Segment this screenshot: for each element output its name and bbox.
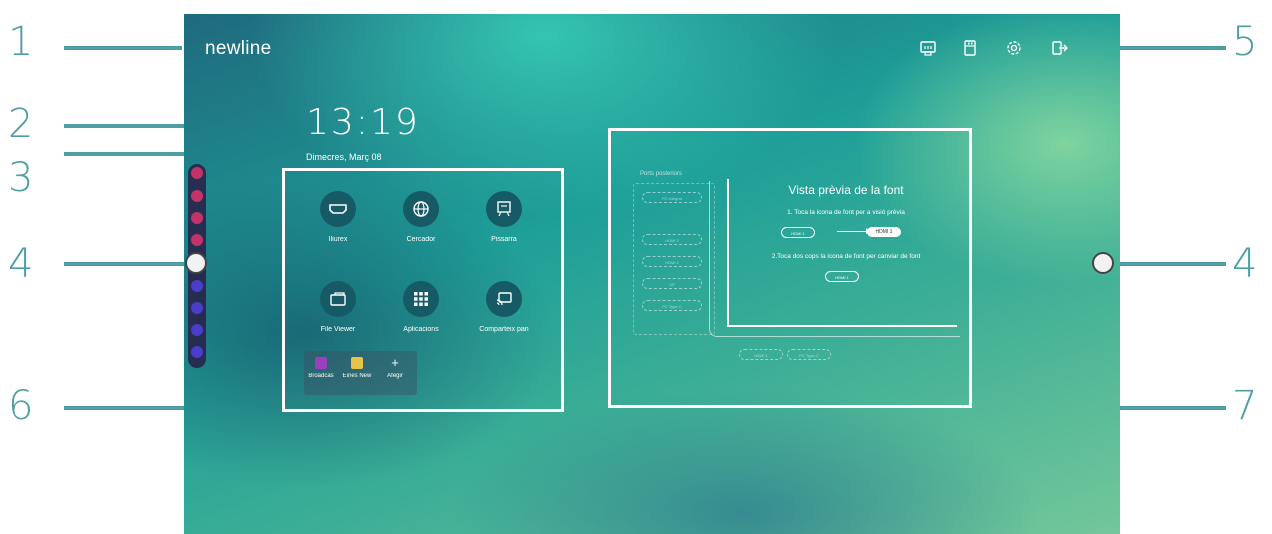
ports-title: Ports posteriors — [640, 171, 683, 177]
brand-logo: newline — [205, 38, 272, 59]
bottom-port-pill[interactable]: PC Type-C — [787, 349, 831, 360]
callout-number: 6 — [8, 383, 34, 429]
port-pill[interactable]: PC Type-C — [642, 300, 702, 311]
note-icon[interactable] — [191, 212, 203, 224]
app-pissarra[interactable]: Pissarra — [464, 191, 544, 243]
right-toolbar-handle[interactable] — [1092, 252, 1114, 274]
usb-icon[interactable] — [960, 38, 980, 58]
back-icon[interactable] — [191, 346, 203, 358]
display-screen: newline 13:19 Dimecres, Març 08 Iliurex — [184, 14, 1120, 534]
callout-number: 1 — [8, 19, 34, 65]
hdmi-switch-pill[interactable]: HDMI 1 — [825, 271, 859, 282]
input-source-icon[interactable] — [191, 302, 203, 314]
cast-icon — [486, 281, 522, 317]
bottom-port-pill[interactable]: HDMI 1 — [739, 349, 783, 360]
date-label: Dimecres, Març 08 — [306, 152, 382, 162]
app-label: Comparteix pan — [479, 326, 529, 333]
app-cercador[interactable]: Cercador — [381, 191, 461, 243]
app-label: Aplicacions — [403, 326, 439, 333]
annotate-icon[interactable] — [191, 167, 203, 179]
callout-number: 5 — [1232, 19, 1258, 65]
port-pill[interactable]: PC integrat — [642, 192, 702, 203]
app-label: File Viewer — [320, 326, 356, 333]
port-pill[interactable]: HDMI 1 — [642, 256, 702, 267]
preview-step-2: 2.Toca dos cops la icona de font per can… — [771, 253, 921, 260]
home-icon[interactable] — [191, 190, 203, 202]
windows-icon[interactable] — [191, 324, 203, 336]
exit-icon[interactable] — [1050, 38, 1070, 58]
plus-icon: + — [391, 355, 399, 370]
network-icon[interactable] — [918, 38, 938, 58]
preview-title: Vista prèvia de la font — [788, 183, 904, 197]
toolbar-toggle-handle[interactable] — [185, 252, 207, 274]
dock-label: Eines New — [342, 373, 372, 379]
callout-line — [64, 46, 182, 50]
app-label: Iliurex — [328, 236, 348, 243]
hdmi-icon — [320, 191, 356, 227]
apps-panel: Iliurex Cercador Pissarra File Viewer Ap… — [282, 168, 564, 412]
side-toolbar — [185, 164, 207, 368]
dock-item-eines[interactable]: Eines New — [342, 357, 372, 379]
app-comparteix-pantalla[interactable]: Comparteix pan — [464, 281, 544, 333]
dock-item-afegir[interactable]: + Afegir — [380, 355, 410, 379]
callout-line — [1114, 262, 1226, 266]
dock-label: Broadcas — [308, 373, 334, 379]
globe-icon — [403, 191, 439, 227]
whiteboard-icon — [486, 191, 522, 227]
settings-icon[interactable] — [1004, 38, 1024, 58]
app-iliurex[interactable]: Iliurex — [298, 191, 378, 243]
tools-icon — [351, 357, 363, 369]
ports-list: PC integrat HDMI 2 HDMI 1 DP PC Type-C — [633, 183, 715, 335]
arrow-icon — [837, 231, 869, 232]
callout-number: 4 — [8, 241, 34, 287]
dock-label: Afegir — [387, 373, 403, 379]
app-aplicacions[interactable]: Aplicacions — [381, 281, 461, 333]
apps-grid-icon — [403, 281, 439, 317]
app-label: Cercador — [406, 236, 436, 243]
source-preview-panel: Ports posteriors PC integrat HDMI 2 HDMI… — [608, 128, 972, 408]
callout-number: 3 — [8, 155, 34, 201]
callout-line — [64, 262, 188, 266]
clock: 13:19 — [306, 102, 420, 143]
callout-number: 2 — [8, 101, 34, 147]
dock-item-broadcast[interactable]: Broadcas — [306, 357, 336, 379]
port-pill[interactable]: HDMI 2 — [642, 234, 702, 245]
app-label: Pissarra — [491, 236, 517, 243]
callout-number: 4 — [1232, 241, 1258, 287]
folder-icon — [320, 281, 356, 317]
hdmi-source-pill[interactable]: HDMI 1 — [781, 227, 815, 238]
preview-step-1: 1. Toca la icona de font per a visió prè… — [787, 209, 905, 216]
app-file-viewer[interactable]: File Viewer — [298, 281, 378, 333]
broadcast-icon — [315, 357, 327, 369]
callout-number: 7 — [1232, 383, 1258, 429]
whiteboard-icon[interactable] — [191, 234, 203, 246]
port-pill[interactable]: DP — [642, 278, 702, 289]
dock-bar: Broadcas Eines New + Afegir — [304, 351, 417, 395]
apps-grid-icon[interactable] — [191, 280, 203, 292]
hdmi-preview-pill[interactable]: HDMI 1 — [867, 227, 901, 237]
